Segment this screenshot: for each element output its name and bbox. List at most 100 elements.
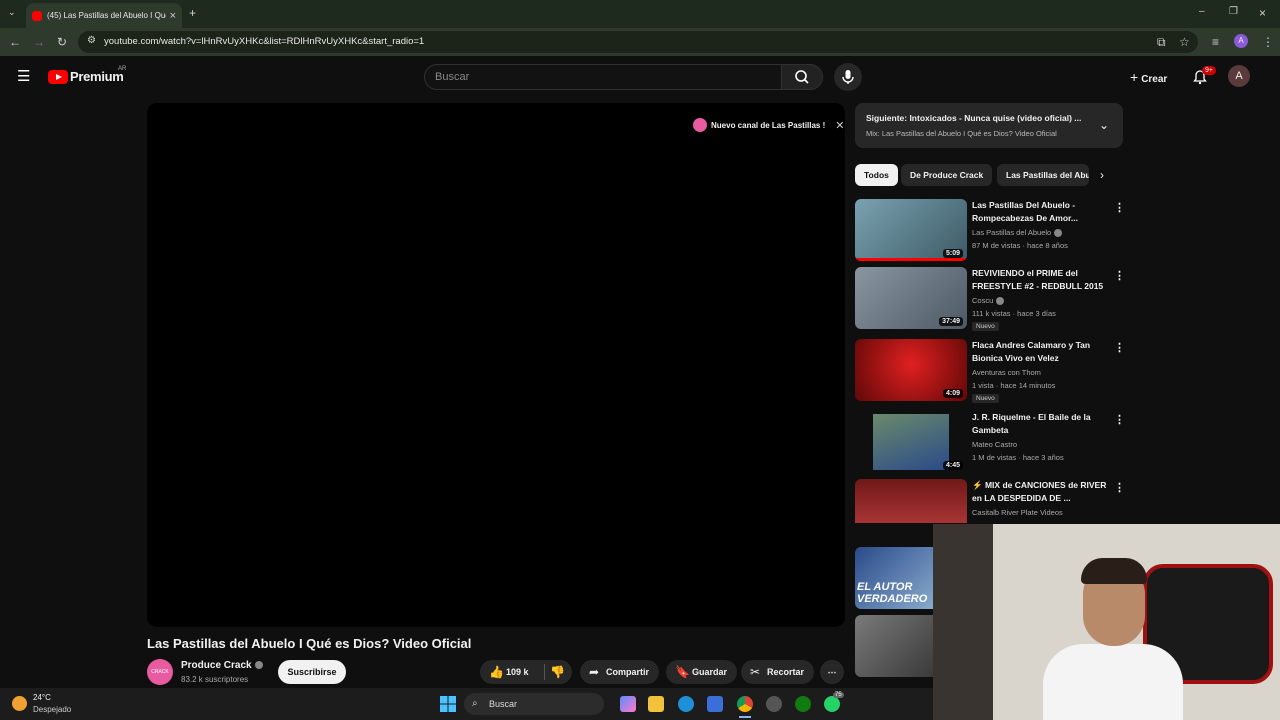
verified-icon bbox=[254, 661, 263, 670]
video-thumbnail[interactable]: 37:49 bbox=[855, 267, 967, 329]
weather-condition[interactable]: Despejado bbox=[33, 705, 71, 714]
browser-menu-icon[interactable]: ⋮ bbox=[1262, 36, 1274, 48]
whatsapp-icon[interactable] bbox=[824, 696, 840, 712]
xbox-icon[interactable] bbox=[795, 696, 811, 712]
voice-search-button[interactable] bbox=[834, 63, 862, 91]
chip-las-pastillas[interactable]: Las Pastillas del Abuelo bbox=[997, 164, 1089, 186]
promo-banner[interactable]: Nuevo canal de Las Pastillas ! ✕ bbox=[693, 118, 845, 132]
thumbnail-image bbox=[873, 414, 949, 470]
settings-gear-icon[interactable] bbox=[766, 696, 782, 712]
youtube-logo-icon[interactable] bbox=[48, 70, 68, 84]
chip-produce-crack[interactable]: De Produce Crack bbox=[901, 164, 993, 186]
more-options-icon[interactable]: ⋮ bbox=[1114, 481, 1123, 494]
notifications-badge: 9+ bbox=[1202, 66, 1216, 75]
chrome-icon[interactable] bbox=[737, 696, 753, 712]
recommendation-title: ⚡ MIX de CANCIONES de RIVER en LA DESPED… bbox=[972, 480, 1107, 503]
search-icon: ⌕ bbox=[472, 698, 478, 709]
chevron-right-icon[interactable]: › bbox=[1100, 168, 1104, 182]
duration-badge: 37:49 bbox=[939, 317, 963, 326]
hamburger-menu-icon[interactable]: ☰ bbox=[17, 69, 30, 84]
profile-avatar[interactable]: A bbox=[1234, 34, 1248, 48]
share-button[interactable]: ➦ Compartir bbox=[580, 660, 660, 684]
video-thumbnail[interactable]: 4:09 bbox=[855, 339, 967, 401]
recommendation-meta: 1 vista · hace 14 minutos bbox=[972, 381, 1056, 390]
video-thumbnail[interactable]: EL AUTOR VERDADERO bbox=[855, 547, 933, 609]
chevron-down-icon[interactable]: ⌄ bbox=[1099, 118, 1109, 132]
recommendation-title: REVIVIENDO el PRIME del FREESTYLE #2 - R… bbox=[972, 268, 1104, 291]
search-icon bbox=[795, 70, 809, 84]
taskbar-search[interactable]: ⌕ Buscar bbox=[464, 693, 604, 715]
search-input[interactable]: Buscar bbox=[424, 64, 782, 90]
more-options-icon[interactable]: ⋮ bbox=[1114, 269, 1125, 282]
close-promo-icon[interactable]: ✕ bbox=[835, 119, 844, 132]
webcam-background bbox=[933, 524, 993, 720]
media-control-icon[interactable]: ≡ bbox=[1212, 36, 1219, 48]
recommendation-title: J. R. Riquelme - El Baile de la Gambeta bbox=[972, 412, 1091, 435]
recommendation-channel: Mateo Castro bbox=[972, 440, 1018, 449]
bookmark-star-icon[interactable]: ☆ bbox=[1179, 36, 1190, 48]
recommendation-item[interactable]: 4:45 J. R. Riquelme - El Baile de la Gam… bbox=[855, 411, 1125, 481]
recommendation-channel: Coscu bbox=[972, 296, 1005, 306]
account-avatar[interactable]: A bbox=[1228, 65, 1250, 87]
back-icon[interactable]: ← bbox=[9, 36, 21, 48]
close-window-icon[interactable]: × bbox=[1259, 7, 1266, 19]
channel-name[interactable]: Produce Crack bbox=[181, 660, 263, 671]
video-thumbnail[interactable]: 5:09 bbox=[855, 199, 967, 261]
more-actions-button[interactable]: ⋯ bbox=[820, 660, 844, 684]
playlist-panel[interactable]: Siguiente: Intoxicados - Nunca quise (vi… bbox=[855, 103, 1123, 148]
create-button[interactable]: + Crear bbox=[1130, 69, 1167, 85]
address-bar[interactable]: ⚙ youtube.com/watch?v=lHnRvUyXHKc&list=R… bbox=[78, 31, 1198, 53]
next-video-title: Siguiente: Intoxicados - Nunca quise (vi… bbox=[866, 113, 1082, 123]
edge-icon[interactable] bbox=[678, 696, 694, 712]
recommendation-channel: Las Pastillas del Abuelo bbox=[972, 228, 1063, 238]
file-explorer-icon[interactable] bbox=[648, 696, 664, 712]
browser-tab[interactable]: (45) Las Pastillas del Abuelo I Qué es D… bbox=[26, 3, 182, 28]
new-tab-icon[interactable]: + bbox=[189, 7, 196, 19]
minimize-icon[interactable]: – bbox=[1199, 7, 1205, 17]
url-text: youtube.com/watch?v=lHnRvUyXHKc&list=RDl… bbox=[104, 36, 425, 47]
restore-icon[interactable]: ❐ bbox=[1229, 7, 1238, 17]
video-thumbnail[interactable]: 4:45 bbox=[855, 411, 967, 473]
forward-icon[interactable]: → bbox=[33, 36, 45, 48]
thumbnail-caption: EL AUTOR VERDADERO bbox=[857, 581, 928, 605]
country-code: AR bbox=[118, 66, 127, 72]
recommendation-meta: 87 M de vistas · hace 8 años bbox=[972, 241, 1068, 250]
thumbs-down-icon[interactable]: 👎 bbox=[550, 660, 565, 684]
tab-search-icon[interactable]: ⌄ bbox=[8, 8, 16, 17]
channel-avatar[interactable]: CRACK bbox=[147, 659, 173, 685]
video-thumbnail[interactable] bbox=[855, 615, 933, 677]
store-icon[interactable] bbox=[707, 696, 723, 712]
copilot-icon[interactable] bbox=[620, 696, 636, 712]
close-tab-icon[interactable]: × bbox=[170, 10, 176, 22]
video-thumbnail[interactable] bbox=[855, 479, 967, 523]
more-options-icon[interactable]: ⋮ bbox=[1114, 341, 1125, 354]
flame-icon: ⚡ bbox=[972, 480, 983, 490]
duration-badge: 4:45 bbox=[942, 461, 963, 470]
chip-todos[interactable]: Todos bbox=[855, 164, 898, 186]
clip-button[interactable]: ✂ Recortar bbox=[741, 660, 815, 684]
site-info-icon[interactable]: ⚙ bbox=[87, 36, 96, 46]
more-options-icon[interactable]: ⋮ bbox=[1114, 201, 1125, 214]
temperature[interactable]: 24°C bbox=[33, 693, 51, 702]
subscribe-button[interactable]: Suscribirse bbox=[278, 660, 346, 684]
windows-start-icon[interactable] bbox=[440, 696, 456, 712]
reload-icon[interactable]: ↻ bbox=[57, 36, 67, 48]
more-options-icon[interactable]: ⋮ bbox=[1114, 413, 1125, 426]
bookmark-icon: 🔖 bbox=[675, 665, 690, 679]
recommendation-channel: Casitalb River Plate Videos bbox=[972, 508, 1063, 517]
like-button[interactable]: 👍 109 k 👎 bbox=[480, 660, 572, 684]
recommendation-item[interactable]: ⚡ MIX de CANCIONES de RIVER en LA DESPED… bbox=[855, 479, 1123, 523]
install-app-icon[interactable]: ⧉ bbox=[1157, 36, 1166, 48]
video-player[interactable]: Nuevo canal de Las Pastillas ! ✕ bbox=[147, 103, 845, 627]
search-button[interactable] bbox=[781, 64, 823, 90]
channel-logo-icon bbox=[693, 118, 707, 132]
recommendation-meta: 111 k vistas · hace 3 días bbox=[972, 309, 1056, 318]
recommendation-item[interactable]: 4:09 Flaca Andres Calamaro y Tan Bionica… bbox=[855, 339, 1125, 409]
recommendation-item[interactable]: 37:49 REVIVIENDO el PRIME del FREESTYLE … bbox=[855, 267, 1125, 337]
weather-icon[interactable] bbox=[12, 696, 27, 711]
recommendation-item[interactable]: 5:09 Las Pastillas Del Abuelo - Rompecab… bbox=[855, 199, 1125, 269]
save-button[interactable]: 🔖 Guardar bbox=[666, 660, 738, 684]
share-icon: ➦ bbox=[589, 665, 600, 679]
youtube-favicon-icon bbox=[32, 10, 42, 21]
logo-text[interactable]: Premium bbox=[70, 69, 124, 84]
